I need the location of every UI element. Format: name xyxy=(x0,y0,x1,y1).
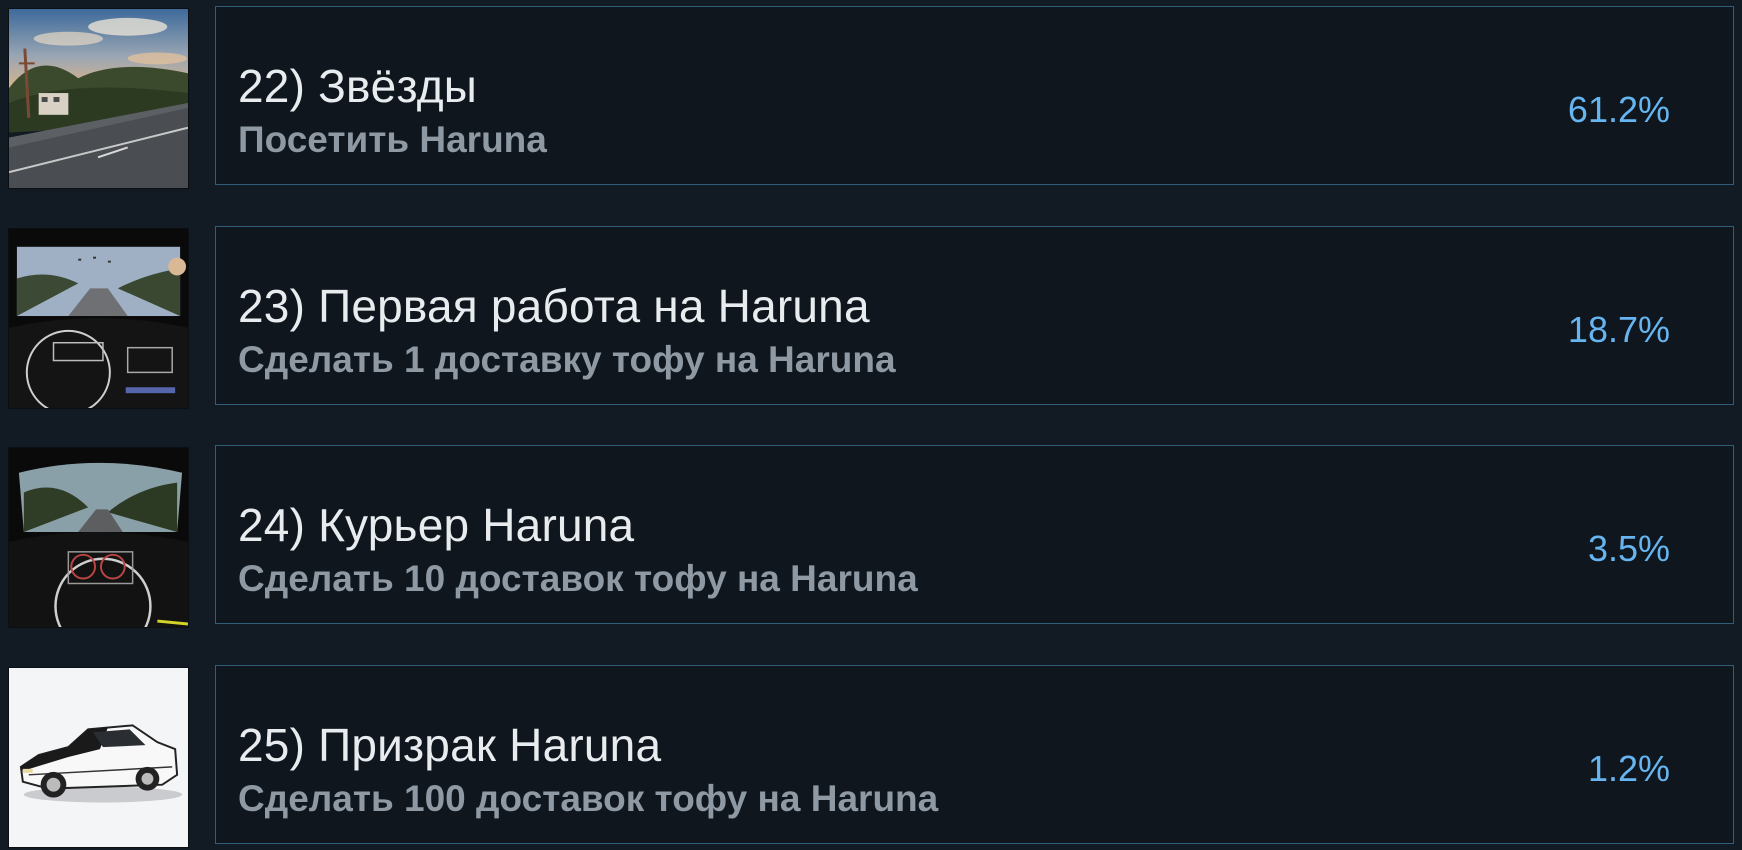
achievement-card[interactable]: 23) Первая работа на Haruna Сделать 1 до… xyxy=(215,226,1734,405)
achievement-card[interactable]: 22) Звёзды Посетить Haruna 61.2% xyxy=(215,6,1734,185)
achievement-card[interactable]: 25) Призрак Haruna Сделать 100 доставок … xyxy=(215,665,1734,844)
unlock-percentage: 1.2% xyxy=(1587,748,1670,789)
achievement-description: Сделать 100 доставок тофу на Haruna xyxy=(238,778,939,819)
achievement-title: 22) Звёзды xyxy=(238,60,478,112)
achievement-image-white-car xyxy=(8,667,189,848)
achievement-description: Посетить Haruna xyxy=(238,119,547,160)
achievement-description: Сделать 10 доставок тофу на Haruna xyxy=(238,558,918,599)
achievement-list: 22) Звёзды Посетить Haruna 61.2% 23) Пер… xyxy=(0,0,1742,850)
achievement-image-evening-road xyxy=(8,8,189,189)
achievement-description: Сделать 1 доставку тофу на Haruna xyxy=(238,339,896,380)
achievement-card[interactable]: 24) Курьер Haruna Сделать 10 доставок то… xyxy=(215,445,1734,624)
achievement-row: 24) Курьер Haruna Сделать 10 доставок то… xyxy=(0,445,1742,629)
achievement-title: 25) Призрак Haruna xyxy=(238,719,662,771)
achievement-title: 24) Курьер Haruna xyxy=(238,499,635,551)
achievement-title: 23) Первая работа на Haruna xyxy=(238,280,870,332)
achievement-image-cockpit-road xyxy=(8,228,189,409)
achievement-row: 23) Первая работа на Haruna Сделать 1 до… xyxy=(0,226,1742,410)
achievement-row: 25) Призрак Haruna Сделать 100 доставок … xyxy=(0,665,1742,849)
achievement-image-cockpit-forest xyxy=(8,447,189,628)
unlock-percentage: 18.7% xyxy=(1567,309,1670,350)
achievement-row: 22) Звёзды Посетить Haruna 61.2% xyxy=(0,6,1742,190)
unlock-percentage: 61.2% xyxy=(1567,89,1670,130)
unlock-percentage: 3.5% xyxy=(1587,528,1670,569)
